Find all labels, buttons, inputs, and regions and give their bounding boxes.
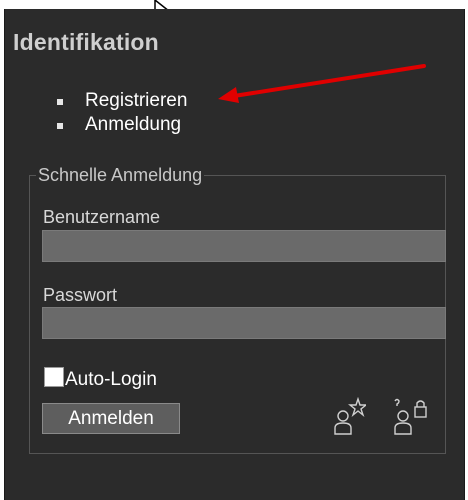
register-link[interactable]: Registrieren: [5, 89, 187, 113]
login-button[interactable]: Anmelden: [42, 403, 180, 434]
login-link[interactable]: Anmeldung: [5, 113, 187, 137]
auto-login-checkbox[interactable]: [44, 367, 64, 387]
password-label: Passwort: [43, 285, 118, 305]
bullet-icon: [57, 99, 63, 105]
username-field[interactable]: [42, 230, 446, 262]
account-links: Registrieren Anmeldung: [5, 89, 187, 137]
forgot-password-icon[interactable]: [391, 397, 429, 435]
auto-login-label[interactable]: Auto-Login: [65, 368, 157, 392]
password-field[interactable]: [42, 307, 446, 339]
bullet-icon: [57, 123, 63, 129]
quick-login-legend: Schnelle Anmeldung: [38, 165, 203, 185]
login-link-label: Anmeldung: [85, 114, 182, 135]
annotation-arrow-icon: [218, 64, 426, 103]
username-label: Benutzername: [43, 207, 161, 227]
register-link-label: Registrieren: [85, 90, 188, 111]
panel-title: Identifikation: [13, 29, 159, 55]
register-user-icon[interactable]: [332, 397, 366, 435]
